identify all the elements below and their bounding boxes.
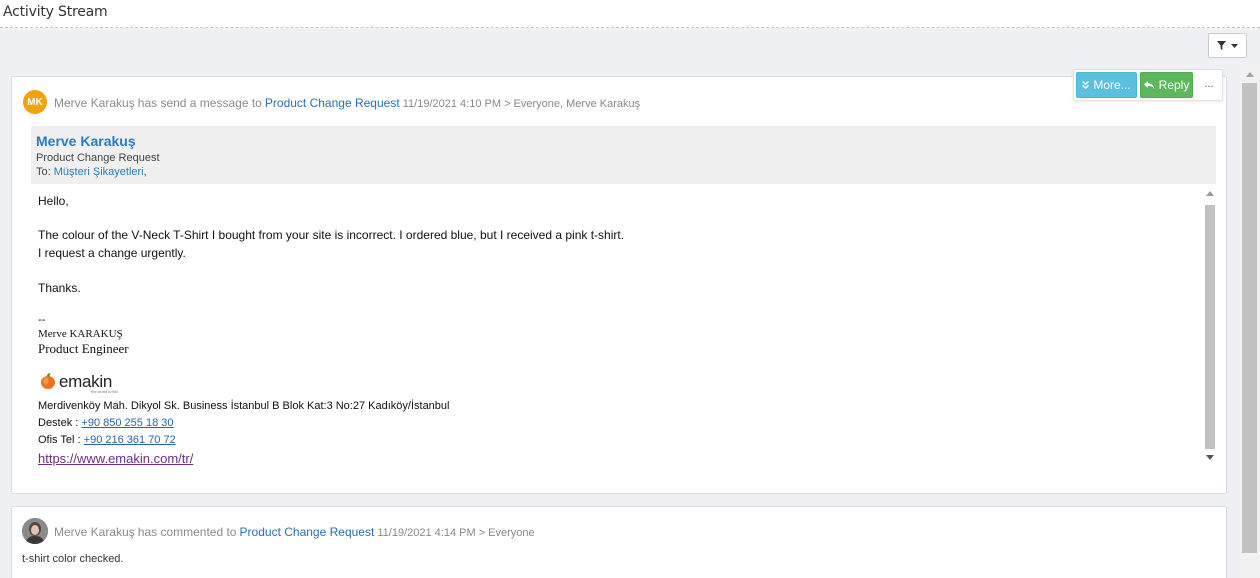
page-scrollbar[interactable] xyxy=(1240,68,1260,578)
support-label: Destek : xyxy=(38,417,79,429)
filter-icon xyxy=(1217,41,1226,50)
activity-meta: Merve Karakuş has commented to Product C… xyxy=(54,525,535,539)
double-chevron-down-icon xyxy=(1082,81,1090,89)
mail-body-scrollbar[interactable] xyxy=(1204,188,1216,468)
header-bar: Activity Stream xyxy=(0,0,1260,28)
reply-icon xyxy=(1143,80,1155,89)
logo-tagline: the world is flat xyxy=(91,389,118,394)
signature-website: https://www.emakin.com/tr/ xyxy=(38,451,193,466)
target-link[interactable]: Product Change Request xyxy=(240,525,375,539)
logo-wordmark: emakin xyxy=(59,372,113,391)
website-link[interactable]: https://www.emakin.com/tr/ xyxy=(38,451,193,466)
activity-verb: has send a message to xyxy=(137,96,262,110)
pepper-logo-icon xyxy=(41,373,55,389)
mail-line-1: The colour of the V-Neck T-Shirt I bough… xyxy=(38,228,625,242)
activity-date: 11/19/2021 4:10 PM xyxy=(402,98,501,110)
activity-audience: > Everyone, Merve Karakuş xyxy=(504,98,641,110)
user-photo-icon xyxy=(22,518,48,544)
activity-card-comment xyxy=(11,506,1227,578)
target-link[interactable]: Product Change Request xyxy=(265,96,400,110)
author-name[interactable]: Merve Karakuş xyxy=(54,96,135,110)
avatar-initials: MK xyxy=(27,96,43,108)
mail-closing: Thanks. xyxy=(38,281,81,295)
support-phone-link[interactable]: +90 850 255 18 30 xyxy=(81,417,173,429)
avatar[interactable]: MK xyxy=(23,90,47,114)
page-scrollbar-thumb[interactable] xyxy=(1242,83,1257,553)
signature-name: Merve KARAKUŞ xyxy=(38,328,123,340)
mail-from[interactable]: Merve Karakuş xyxy=(36,133,136,149)
post-actions: More... Reply ... xyxy=(1073,69,1223,101)
mail-to-label: To: xyxy=(36,166,51,178)
office-phone-link[interactable]: +90 216 361 70 72 xyxy=(84,434,176,446)
mail-header: Merve Karakuş Product Change Request To:… xyxy=(31,126,1216,184)
author-name[interactable]: Merve Karakuş xyxy=(54,525,135,539)
mail-subject: Product Change Request xyxy=(36,152,160,164)
reply-button[interactable]: Reply xyxy=(1140,72,1193,98)
mail-body: Hello, The colour of the V-Neck T-Shirt … xyxy=(31,184,1204,470)
reply-button-label: Reply xyxy=(1158,78,1190,92)
mail-to-suffix: , xyxy=(143,166,147,178)
more-button[interactable]: More... xyxy=(1076,72,1137,98)
activity-audience: > Everyone xyxy=(478,527,535,539)
signature-office: Ofis Tel : +90 216 361 70 72 xyxy=(38,434,176,446)
avatar[interactable] xyxy=(22,518,48,544)
signature-dash: -- xyxy=(38,314,46,326)
scroll-down-icon[interactable] xyxy=(1206,455,1214,460)
filter-dropdown-button[interactable] xyxy=(1208,33,1247,58)
scroll-up-icon[interactable] xyxy=(1246,72,1254,77)
mail-greeting: Hello, xyxy=(38,194,69,208)
activity-meta: Merve Karakuş has send a message to Prod… xyxy=(54,96,640,110)
signature-support: Destek : +90 850 255 18 30 xyxy=(38,417,173,429)
scroll-up-icon[interactable] xyxy=(1206,191,1214,196)
mail-line-2: I request a change urgently. xyxy=(38,246,186,260)
more-options-button[interactable]: ... xyxy=(1200,78,1218,94)
activity-date: 11/19/2021 4:14 PM xyxy=(377,527,476,539)
comment-text: t-shirt color checked. xyxy=(22,553,124,565)
page-title: Activity Stream xyxy=(3,4,108,20)
more-button-label: More... xyxy=(1093,78,1131,92)
mail-to-recipient[interactable]: Müşteri Şikayetleri xyxy=(54,166,144,178)
emakin-logo: emakin the world is flat xyxy=(39,372,118,394)
mail-scrollbar-thumb[interactable] xyxy=(1205,205,1215,449)
signature-title: Product Engineer xyxy=(38,341,129,356)
activity-verb: has commented to xyxy=(137,525,237,539)
mail-to: To: Müşteri Şikayetleri, xyxy=(36,166,147,178)
caret-down-icon xyxy=(1231,43,1238,48)
signature-address: Merdivenköy Mah. Dikyol Sk. Business İst… xyxy=(38,400,450,412)
office-label: Ofis Tel : xyxy=(38,434,81,446)
